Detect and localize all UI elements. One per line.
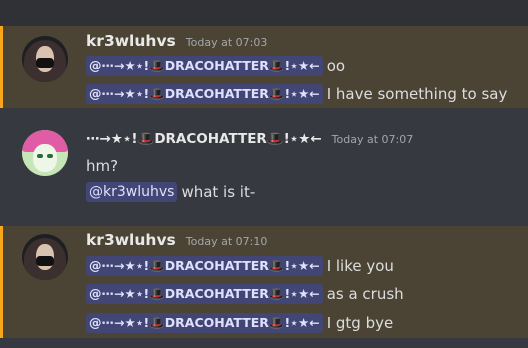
- user-avatar[interactable]: [22, 36, 68, 82]
- user-avatar[interactable]: [22, 130, 68, 176]
- user-avatar[interactable]: [22, 234, 68, 280]
- user-mention[interactable]: @kr3wluhvs: [86, 182, 178, 202]
- message-header: kr3wluhvs Today at 07:03: [86, 32, 267, 52]
- timestamp[interactable]: Today at 07:03: [186, 36, 268, 49]
- user-mention[interactable]: @⋯→★⋆!🎩DRACOHATTER🎩!⋆★←: [86, 56, 323, 76]
- message-header: kr3wluhvs Today at 07:10: [86, 231, 267, 251]
- message-text: oo: [326, 57, 346, 75]
- user-mention[interactable]: @⋯→★⋆!🎩DRACOHATTER🎩!⋆★←: [86, 84, 323, 104]
- message-text: as a crush: [326, 285, 404, 303]
- timestamp[interactable]: Today at 07:07: [332, 133, 414, 146]
- user-mention[interactable]: @⋯→★⋆!🎩DRACOHATTER🎩!⋆★←: [86, 284, 323, 304]
- message-text: what is it-: [181, 183, 256, 201]
- message-line: @⋯→★⋆!🎩DRACOHATTER🎩!⋆★← I have something…: [86, 83, 507, 105]
- message-line: @⋯→★⋆!🎩DRACOHATTER🎩!⋆★← as a crush: [86, 283, 404, 305]
- message-line: @⋯→★⋆!🎩DRACOHATTER🎩!⋆★← I gtg bye: [86, 312, 393, 334]
- timestamp[interactable]: Today at 07:10: [186, 235, 268, 248]
- message-line: @kr3wluhvs what is it-: [86, 181, 255, 203]
- message-line: @⋯→★⋆!🎩DRACOHATTER🎩!⋆★← oo: [86, 55, 345, 77]
- message-header: ⋯→★⋆!🎩DRACOHATTER🎩!⋆★← Today at 07:07: [86, 131, 413, 151]
- username[interactable]: kr3wluhvs: [86, 32, 176, 50]
- message-line: hm?: [86, 155, 118, 177]
- message-line: @⋯→★⋆!🎩DRACOHATTER🎩!⋆★← I like you: [86, 255, 394, 277]
- top-bar: [0, 0, 528, 26]
- user-mention[interactable]: @⋯→★⋆!🎩DRACOHATTER🎩!⋆★←: [86, 313, 323, 333]
- message-text: hm?: [86, 157, 119, 175]
- username[interactable]: ⋯→★⋆!🎩DRACOHATTER🎩!⋆★←: [86, 131, 322, 147]
- username[interactable]: kr3wluhvs: [86, 231, 176, 249]
- message-text: I like you: [326, 257, 394, 275]
- message-text: I have something to say: [326, 85, 508, 103]
- message-text: I gtg bye: [326, 314, 394, 332]
- user-mention[interactable]: @⋯→★⋆!🎩DRACOHATTER🎩!⋆★←: [86, 256, 323, 276]
